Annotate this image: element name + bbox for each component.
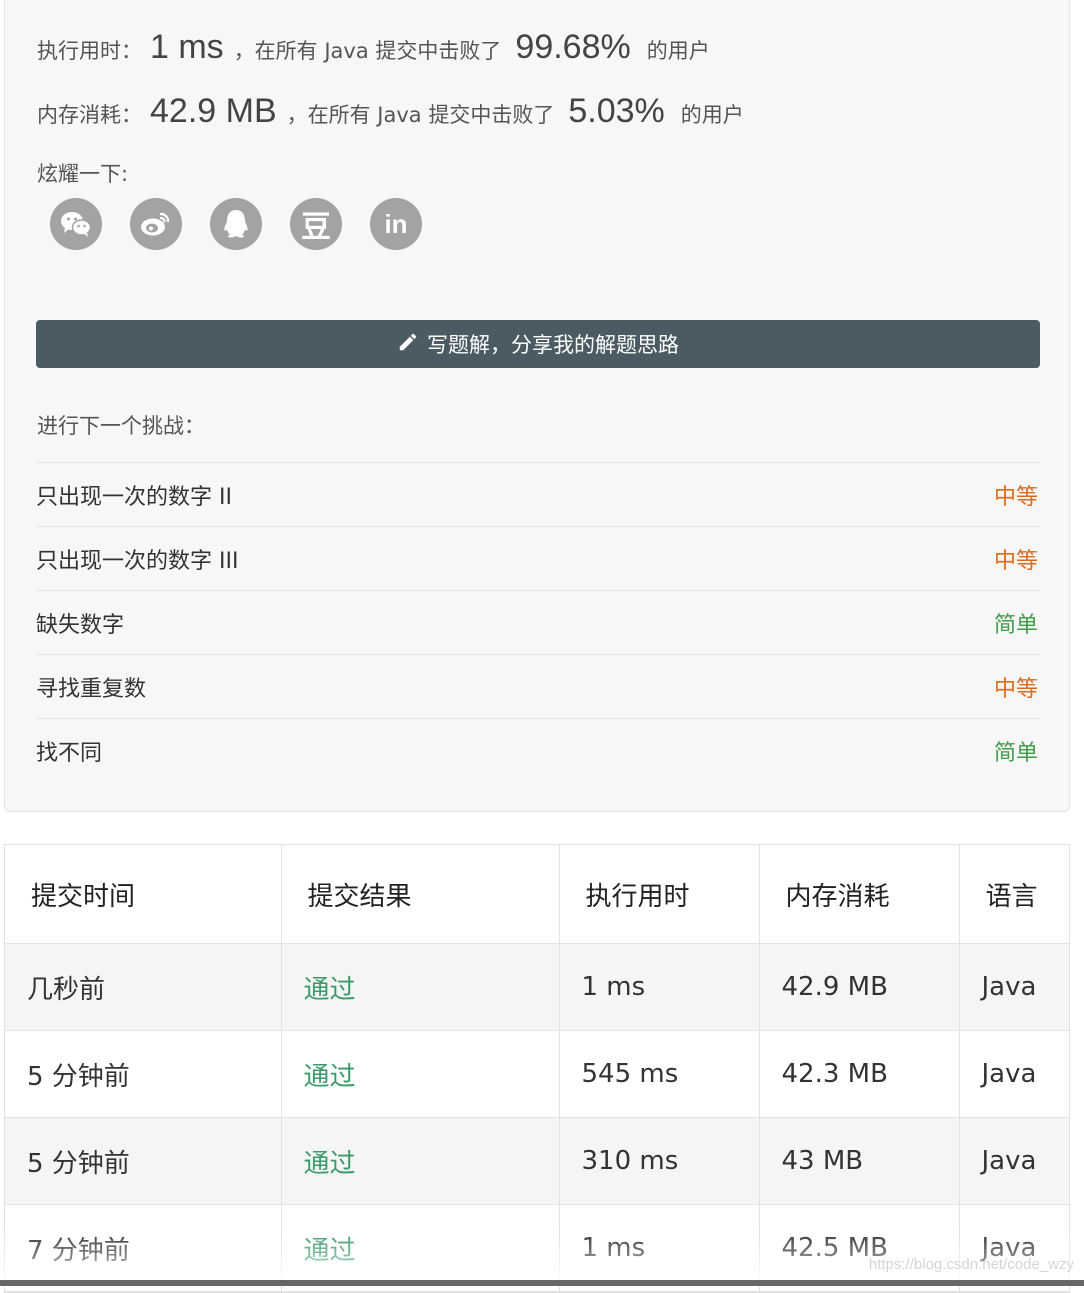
watermark-text: https://blog.csdn.net/code_wzy — [868, 1256, 1074, 1273]
header-runtime: 执行用时 — [559, 845, 760, 944]
share-label: 炫耀一下: — [37, 162, 129, 186]
language: Java — [959, 943, 1069, 1031]
difficulty-badge: 中等 — [993, 676, 1038, 702]
challenge-title: 只出现一次的数字 II — [36, 484, 232, 510]
linkedin-icon[interactable]: in — [370, 198, 422, 250]
submit-time: 5 分钟前 — [5, 1117, 282, 1205]
memory-value: 42.9 MB — [150, 92, 277, 130]
table-row: 7 分钟前 通过 1 ms 42.5 MB Java — [5, 1204, 1069, 1292]
submit-result-link[interactable]: 通过 — [281, 1117, 560, 1205]
memory-label: 内存消耗： — [37, 103, 142, 127]
submit-time: 5 分钟前 — [5, 1030, 282, 1118]
write-solution-label: 写题解，分享我的解题思路 — [427, 333, 679, 357]
memory: 42.3 MB — [759, 1030, 960, 1118]
submit-time: 7 分钟前 — [5, 1204, 282, 1292]
language: Java — [959, 1117, 1069, 1205]
douban-icon[interactable]: 豆 — [290, 198, 342, 250]
difficulty-badge: 中等 — [993, 548, 1038, 574]
memory: 43 MB — [759, 1117, 960, 1205]
submit-result-link[interactable]: 通过 — [281, 1204, 560, 1292]
runtime: 1 ms — [559, 1204, 760, 1292]
memory-stat: 内存消耗： 42.9 MB ，在所有 Java 提交中击败了 5.03% 的用户 — [37, 92, 744, 131]
table-row: 几秒前 通过 1 ms 42.9 MB Java — [5, 943, 1069, 1031]
challenge-title: 缺失数字 — [36, 612, 125, 638]
submit-result-link[interactable]: 通过 — [281, 943, 560, 1031]
memory-percentile: 5.03% — [568, 92, 665, 130]
difficulty-badge: 简单 — [993, 612, 1038, 638]
runtime: 545 ms — [559, 1030, 760, 1118]
runtime: 310 ms — [559, 1117, 760, 1205]
challenge-title: 寻找重复数 — [36, 676, 147, 702]
memory: 42.9 MB — [759, 943, 960, 1031]
list-item[interactable]: 只出现一次的数字 III 中等 — [36, 526, 1040, 590]
challenge-title: 找不同 — [36, 740, 103, 766]
wechat-icon[interactable] — [50, 198, 102, 250]
challenge-list: 只出现一次的数字 II 中等 只出现一次的数字 III 中等 缺失数字 简单 寻… — [36, 462, 1040, 782]
douban-glyph: 豆 — [301, 210, 331, 245]
runtime-beat-suffix: 的用户 — [646, 39, 710, 63]
list-item[interactable]: 找不同 简单 — [36, 718, 1040, 782]
language: Java — [959, 1030, 1069, 1118]
header-memory: 内存消耗 — [759, 845, 960, 944]
table-row: 5 分钟前 通过 545 ms 42.3 MB Java — [5, 1030, 1069, 1118]
submissions-table: 提交时间 提交结果 执行用时 内存消耗 语言 几秒前 通过 1 ms 42.9 … — [4, 844, 1070, 1293]
pencil-icon — [397, 331, 419, 358]
qq-icon[interactable] — [210, 198, 262, 250]
difficulty-badge: 简单 — [993, 740, 1038, 766]
share-icons: 豆 in — [50, 198, 422, 250]
header-submit-time: 提交时间 — [5, 845, 282, 944]
linkedin-glyph: in — [384, 208, 408, 239]
memory-beat-suffix: 的用户 — [680, 103, 744, 127]
language: Java — [959, 1204, 1069, 1292]
write-solution-button[interactable]: 写题解，分享我的解题思路 — [36, 320, 1040, 368]
submit-result-link[interactable]: 通过 — [281, 1030, 560, 1118]
challenge-title: 只出现一次的数字 III — [36, 548, 239, 574]
table-row: 5 分钟前 通过 310 ms 43 MB Java — [5, 1117, 1069, 1205]
weibo-icon[interactable] — [130, 198, 182, 250]
list-item[interactable]: 缺失数字 简单 — [36, 590, 1040, 654]
runtime-value: 1 ms — [150, 28, 224, 66]
header-submit-result: 提交结果 — [281, 845, 560, 944]
runtime-label: 执行用时： — [37, 39, 142, 63]
header-language: 语言 — [959, 845, 1069, 944]
memory-beat-prefix: ，在所有 Java 提交中击败了 — [286, 103, 555, 127]
difficulty-badge: 中等 — [993, 484, 1038, 510]
runtime-beat-prefix: ，在所有 Java 提交中击败了 — [233, 39, 502, 63]
bottom-bar — [0, 1280, 1084, 1286]
runtime: 1 ms — [559, 943, 760, 1031]
memory: 42.5 MB — [759, 1204, 960, 1292]
submit-time: 几秒前 — [5, 943, 282, 1031]
runtime-percentile: 99.68% — [515, 28, 631, 66]
list-item[interactable]: 只出现一次的数字 II 中等 — [36, 462, 1040, 526]
list-item[interactable]: 寻找重复数 中等 — [36, 654, 1040, 718]
table-header-row: 提交时间 提交结果 执行用时 内存消耗 语言 — [5, 845, 1069, 944]
next-challenge-label: 进行下一个挑战： — [37, 414, 205, 438]
runtime-stat: 执行用时： 1 ms ，在所有 Java 提交中击败了 99.68% 的用户 — [37, 28, 710, 67]
